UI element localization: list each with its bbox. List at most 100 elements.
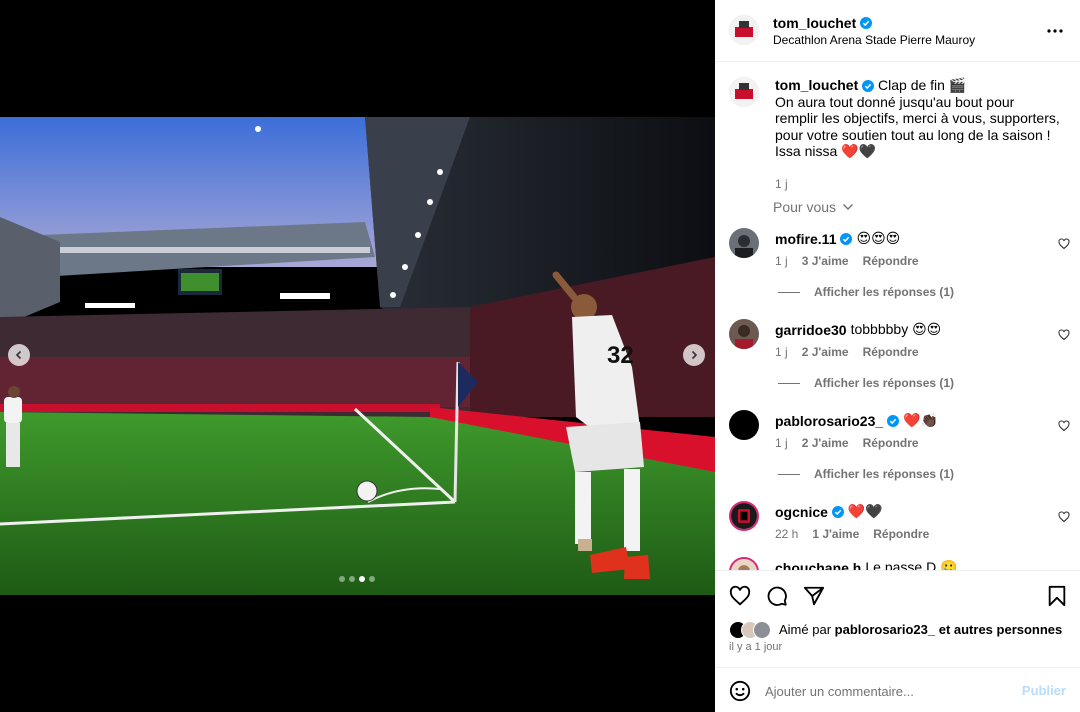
author-username[interactable]: tom_louchet bbox=[773, 15, 873, 31]
post-photo: 32 bbox=[0, 117, 715, 595]
comments-sort-label: Pour vous bbox=[773, 199, 837, 215]
view-replies-label: Afficher les réponses (1) bbox=[814, 467, 955, 481]
comment-text: tobbbbby 😍😍 bbox=[850, 321, 942, 337]
comment-likes[interactable]: 1 J'aime bbox=[812, 527, 859, 541]
comment-time: 1 j bbox=[775, 254, 788, 268]
caption-text: tom_louchet Clap de fin 🎬 On aura tout d… bbox=[775, 77, 1060, 160]
publish-button[interactable]: Publier bbox=[1022, 683, 1066, 698]
verified-icon bbox=[831, 505, 844, 518]
post-header: tom_louchet Decathlon Arena Stade Pierre… bbox=[715, 0, 1080, 62]
comment-composer: Publier bbox=[715, 667, 1080, 712]
post-timestamp[interactable]: il y a 1 jour bbox=[729, 641, 782, 653]
comment-likes[interactable]: 2 J'aime bbox=[802, 345, 849, 359]
caption-sign: Issa nissa ❤️🖤 bbox=[775, 143, 877, 159]
comments-scroll-area[interactable]: tom_louchet Clap de fin 🎬 On aura tout d… bbox=[715, 63, 1080, 570]
liked-by-suffix[interactable]: et autres personnes bbox=[939, 622, 1063, 637]
heart-icon[interactable] bbox=[1058, 420, 1070, 432]
heart-icon[interactable] bbox=[1058, 329, 1070, 341]
liker-avatar bbox=[753, 621, 771, 639]
comment-meta: 1 j 2 J'aime Répondre bbox=[775, 436, 919, 450]
chevron-right-icon bbox=[691, 350, 698, 360]
post-actions: Aimé par pablorosario23_ et autres perso… bbox=[715, 570, 1080, 667]
caption-username[interactable]: tom_louchet bbox=[775, 77, 858, 93]
caption-title: Clap de fin 🎬 bbox=[878, 77, 967, 93]
commenter-avatar[interactable] bbox=[729, 557, 759, 570]
liked-by-user[interactable]: pablorosario23_ bbox=[835, 622, 935, 637]
comment-likes[interactable]: 2 J'aime bbox=[802, 436, 849, 450]
emoji-icon[interactable] bbox=[729, 680, 751, 702]
comment-input[interactable] bbox=[765, 678, 1005, 704]
comment-text: ❤️🖤 bbox=[847, 503, 883, 519]
comment-reply-button[interactable]: Répondre bbox=[863, 254, 919, 268]
liked-by-prefix: Aimé par bbox=[779, 622, 832, 637]
comment-text: 😍😍😍 bbox=[856, 230, 901, 246]
view-replies-label: Afficher les réponses (1) bbox=[814, 376, 955, 390]
share-icon[interactable] bbox=[803, 585, 825, 607]
comment-meta: 1 j 2 J'aime Répondre bbox=[775, 345, 919, 359]
comment-likes[interactable]: 3 J'aime bbox=[802, 254, 849, 268]
stadium-photo: 32 bbox=[0, 117, 715, 595]
liked-by-text: Aimé par pablorosario23_ et autres perso… bbox=[779, 622, 1062, 637]
comment-reply-button[interactable]: Répondre bbox=[863, 345, 919, 359]
comment-icon[interactable] bbox=[766, 585, 788, 607]
comment-line: mofire.11 😍😍😍 bbox=[775, 230, 900, 247]
commenter-username[interactable]: mofire.11 bbox=[775, 231, 836, 247]
heart-icon[interactable] bbox=[1058, 238, 1070, 250]
svg-text:32: 32 bbox=[607, 342, 634, 369]
comments-sort-dropdown[interactable]: Pour vous bbox=[773, 199, 854, 215]
heart-icon[interactable] bbox=[1058, 511, 1070, 523]
caption-body: On aura tout donné jusqu'au bout pour re… bbox=[775, 93, 1060, 143]
comment-meta: 1 j 3 J'aime Répondre bbox=[775, 254, 919, 268]
replies-divider bbox=[778, 291, 800, 293]
carousel-prev-button[interactable] bbox=[8, 344, 30, 366]
view-replies-label: Afficher les réponses (1) bbox=[814, 285, 955, 299]
comment-meta: 22 h 1 J'aime Répondre bbox=[775, 527, 929, 541]
chevron-left-icon bbox=[15, 350, 22, 360]
comment-text: Le passe D 🥲 bbox=[865, 559, 958, 570]
post-sidebar: tom_louchet Decathlon Arena Stade Pierre… bbox=[715, 0, 1080, 712]
carousel-dot bbox=[339, 576, 345, 582]
like-icon[interactable] bbox=[729, 585, 751, 607]
view-replies-button[interactable]: Afficher les réponses (1) bbox=[778, 376, 954, 390]
comment-reply-button[interactable]: Répondre bbox=[873, 527, 929, 541]
commenter-avatar[interactable] bbox=[729, 410, 759, 440]
commenter-avatar[interactable] bbox=[729, 319, 759, 349]
view-replies-button[interactable]: Afficher les réponses (1) bbox=[778, 467, 954, 481]
author-avatar[interactable] bbox=[729, 15, 759, 45]
comment-time: 1 j bbox=[775, 436, 788, 450]
replies-divider bbox=[778, 382, 800, 384]
commenter-username[interactable]: chouchane.h bbox=[775, 560, 861, 571]
post-media: 32 bbox=[0, 0, 715, 712]
comment-line: garridoe30 tobbbbby 😍😍 bbox=[775, 321, 941, 338]
likers-avatars[interactable] bbox=[729, 621, 771, 639]
chevron-down-icon bbox=[843, 204, 854, 210]
commenter-avatar[interactable] bbox=[729, 501, 759, 531]
comment-line: chouchane.h Le passe D 🥲 bbox=[775, 559, 958, 570]
verified-icon bbox=[862, 80, 875, 93]
carousel-dot bbox=[359, 576, 365, 582]
comment-text: ❤️👏🏿 bbox=[903, 412, 939, 428]
commenter-username[interactable]: pablorosario23_ bbox=[775, 413, 883, 429]
caption-time: 1 j bbox=[775, 177, 788, 191]
more-options-icon[interactable] bbox=[1046, 22, 1064, 40]
replies-divider bbox=[778, 473, 800, 475]
comment-line: pablorosario23_ ❤️👏🏿 bbox=[775, 412, 938, 429]
author-username-text[interactable]: tom_louchet bbox=[773, 15, 856, 31]
comment-time: 22 h bbox=[775, 527, 799, 541]
comment-time: 1 j bbox=[775, 345, 788, 359]
view-replies-button[interactable]: Afficher les réponses (1) bbox=[778, 285, 954, 299]
carousel-next-button[interactable] bbox=[683, 344, 705, 366]
comment-reply-button[interactable]: Répondre bbox=[863, 436, 919, 450]
commenter-username[interactable]: garridoe30 bbox=[775, 322, 847, 338]
save-bookmark-icon[interactable] bbox=[1046, 585, 1068, 607]
verified-icon bbox=[840, 232, 853, 245]
verified-icon bbox=[887, 414, 900, 427]
caption-author-avatar[interactable] bbox=[729, 77, 759, 107]
post-location[interactable]: Decathlon Arena Stade Pierre Mauroy bbox=[773, 33, 975, 47]
commenter-username[interactable]: ogcnice bbox=[775, 504, 828, 520]
verified-icon bbox=[860, 17, 873, 29]
carousel-dot bbox=[349, 576, 355, 582]
carousel-dots bbox=[339, 576, 375, 582]
comment-line: ogcnice ❤️🖤 bbox=[775, 503, 883, 520]
commenter-avatar[interactable] bbox=[729, 228, 759, 258]
